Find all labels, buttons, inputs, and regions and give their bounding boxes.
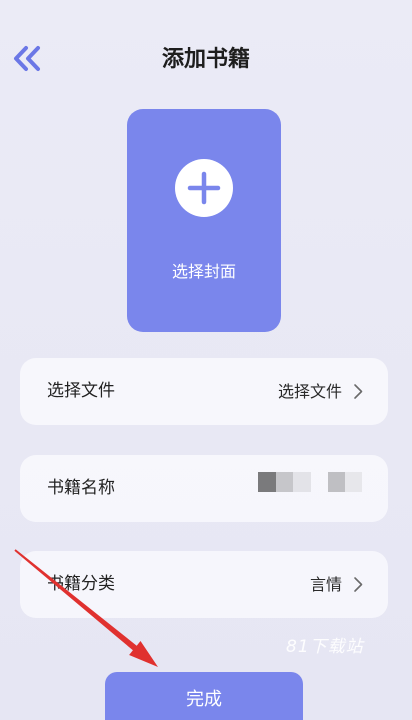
select-file-label: 选择文件: [47, 381, 115, 401]
redacted-value-mosaic: [345, 472, 362, 492]
select-file-value: 选择文件: [277, 382, 342, 401]
redacted-value-mosaic: [328, 472, 345, 492]
chevron-right-icon: [352, 576, 364, 593]
cover-label: 选择封面: [171, 262, 236, 281]
book-category-label: 书籍分类: [47, 574, 115, 594]
chevron-right-icon: [352, 383, 364, 400]
book-category-row[interactable]: 书籍分类 言情: [20, 551, 388, 618]
book-name-label: 书籍名称: [47, 478, 115, 498]
plus-circle: [175, 159, 233, 217]
plus-icon: [187, 171, 221, 205]
watermark: 81下载站: [286, 637, 364, 657]
select-file-row[interactable]: 选择文件 选择文件: [20, 358, 388, 425]
book-name-row[interactable]: 书籍名称: [20, 455, 388, 522]
page-title: 添加书籍: [161, 47, 250, 72]
book-category-value: 言情: [309, 575, 342, 594]
done-button-label: 完成: [186, 689, 222, 710]
redacted-value-mosaic: [293, 472, 311, 492]
redacted-value-mosaic: [258, 472, 276, 492]
done-button[interactable]: 完成: [105, 672, 303, 720]
select-cover-button[interactable]: 选择封面: [127, 109, 281, 332]
redacted-value-mosaic: [276, 472, 293, 492]
